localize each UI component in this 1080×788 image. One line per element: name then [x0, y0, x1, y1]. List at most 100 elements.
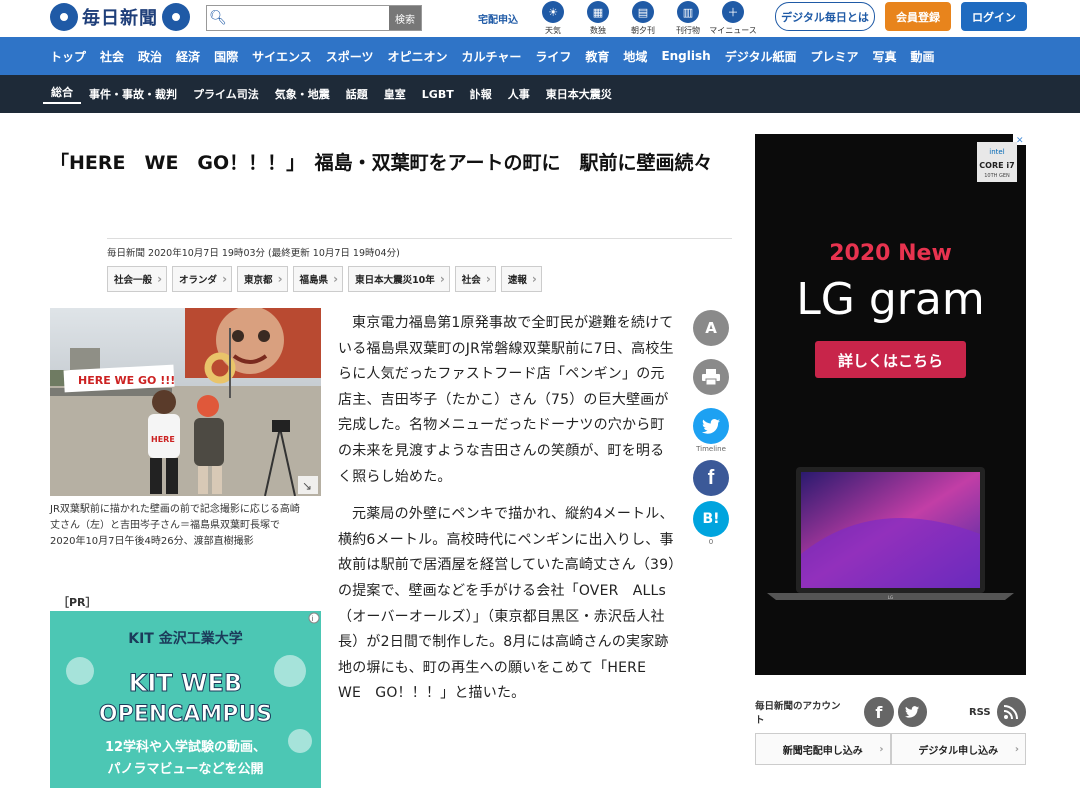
subnav-item-4[interactable]: 話題 [338, 86, 376, 102]
photo-illustration: HERE WE GO !!! HERE ↘ [50, 308, 321, 496]
article-tag[interactable]: 社会 [454, 266, 496, 292]
nav-item-6[interactable]: スポーツ [319, 48, 381, 65]
sidebar-advertisement[interactable]: ✕ intel CORE i7 10TH GEN 2020 New LG gra… [755, 134, 1026, 675]
accounts-label: 毎日新聞のアカウント [755, 701, 841, 726]
secondary-nav: 総合 事件・事故・裁判 プライム司法 気象・地震 話題 皇室 LGBT 訃報 人事 東日本大震災 [0, 75, 1080, 113]
lg-gram-ad-graphic: ✕ intel CORE i7 10TH GEN 2020 New LG gra… [755, 134, 1026, 675]
ad-line-2: LG gram [796, 274, 984, 325]
subnav-item-0[interactable]: 総合 [43, 84, 81, 104]
article-tag[interactable]: 速報 [500, 266, 542, 292]
digital-mainichi-button[interactable]: デジタル毎日とは [775, 2, 875, 31]
delivery-link[interactable]: 宅配申込 [478, 11, 518, 26]
article-paragraph: 元薬局の外壁にペンキで描かれ、縦約4メートル、横約6メートル。高校時代にペンギン… [338, 506, 676, 702]
subnav-item-8[interactable]: 人事 [500, 86, 538, 102]
subnav-item-5[interactable]: 皇室 [376, 86, 414, 102]
pr-sub-2: パノラマビューなどを公開 [107, 761, 263, 777]
subnav-item-9[interactable]: 東日本大震災 [538, 86, 620, 102]
intel-badge-main: CORE i7 [979, 161, 1014, 170]
logo-mark-icon [50, 3, 78, 31]
nav-item-13[interactable]: デジタル紙面 [718, 48, 804, 65]
subnav-item-2[interactable]: プライム司法 [185, 86, 267, 102]
laptop-brand: LG [888, 595, 893, 600]
nav-item-14[interactable]: プレミア [803, 48, 865, 65]
digital-subscribe-button[interactable]: デジタル申し込み [890, 733, 1026, 765]
pr-sub-1: 12学科や入学試験の動画、 [105, 739, 266, 755]
facebook-share-button[interactable]: f [693, 460, 729, 496]
login-button[interactable]: ログイン [961, 2, 1027, 31]
nav-item-8[interactable]: カルチャー [455, 48, 529, 65]
nav-item-16[interactable]: 動画 [903, 48, 941, 65]
svg-text:✕: ✕ [1016, 136, 1024, 146]
intel-badge-top: intel [989, 148, 1004, 156]
article-dateline: 毎日新聞 2020年10月7日 19時03分 (最終更新 10月7日 19時04… [107, 248, 400, 259]
twitter-share-button[interactable]: Timeline [693, 408, 729, 453]
nav-item-5[interactable]: サイエンス [245, 48, 319, 65]
font-size-icon: A [693, 310, 729, 346]
nav-item-0[interactable]: トップ [43, 48, 93, 65]
article-paragraph: 東京電力福島第1原発事故で全町民が避難を続けている福島県双葉町のJR常磐線双葉駅… [338, 315, 674, 485]
nav-item-11[interactable]: 地域 [616, 48, 654, 65]
nav-item-1[interactable]: 社会 [93, 48, 131, 65]
photo-shirt-text: HERE [151, 435, 175, 444]
weather-icon: ☀ [542, 1, 564, 23]
quick-link-mynews[interactable]: ＋ マイニュース [709, 1, 757, 36]
article-tag[interactable]: 東日本大震災10年 [348, 266, 450, 292]
subnav-item-6[interactable]: LGBT [414, 88, 462, 101]
article-tag[interactable]: オランダ [172, 266, 233, 292]
rss-label[interactable]: RSS [969, 707, 991, 718]
nav-item-10[interactable]: 教育 [578, 48, 616, 65]
site-logo[interactable]: 毎日新聞 [50, 3, 190, 31]
twitter-label: Timeline [696, 445, 726, 453]
article-photo[interactable]: HERE WE GO !!! HERE ↘ [50, 308, 321, 496]
quick-link-newspaper[interactable]: ▤ 朝夕刊 [626, 1, 660, 36]
photo-sign-text: HERE WE GO !!! [78, 374, 175, 387]
social-accounts: 毎日新聞のアカウント f RSS [755, 696, 1026, 728]
nav-item-4[interactable]: 国際 [207, 48, 245, 65]
hatena-count: 0 [708, 538, 714, 546]
quick-link-sudoku[interactable]: ▦ 数独 [581, 1, 615, 36]
newspaper-subscribe-button[interactable]: 新聞宅配申し込み [755, 733, 891, 765]
book-icon: ▥ [677, 1, 699, 23]
svg-text:↘: ↘ [302, 479, 312, 493]
font-size-button[interactable]: A [693, 310, 729, 346]
quick-link-weather[interactable]: ☀ 天気 [536, 1, 570, 36]
print-button[interactable] [693, 359, 729, 395]
pr-brand: KIT 金沢工業大学 [128, 630, 242, 647]
nav-item-3[interactable]: 経済 [169, 48, 207, 65]
twitter-account-icon[interactable] [897, 697, 927, 727]
search-button[interactable]: 検索 [389, 6, 421, 30]
article-tags: 社会一般オランダ東京都福島県東日本大震災10年社会速報 [107, 266, 542, 292]
intel-badge-sub: 10TH GEN [984, 173, 1010, 179]
rss-icon[interactable] [996, 697, 1026, 727]
pr-headline-2: OPENCAMPUS [99, 702, 272, 727]
top-header: 毎日新聞 🔍︎ 検索 宅配申込 ☀ 天気 ▦ 数独 ▤ 朝夕刊 ▥ 刊行物 ＋ … [0, 0, 1080, 37]
nav-item-12[interactable]: English [654, 49, 717, 63]
article-tag[interactable]: 東京都 [237, 266, 288, 292]
twitter-icon [693, 408, 729, 444]
nav-item-9[interactable]: ライフ [528, 48, 578, 65]
search-input[interactable] [229, 6, 389, 30]
article-title: 「HERE WE GO！！！」 福島・双葉町をアートの町に 駅前に壁画続々 [50, 152, 713, 174]
facebook-account-icon[interactable]: f [864, 697, 894, 727]
quick-link-publications[interactable]: ▥ 刊行物 [671, 1, 705, 36]
article-tag[interactable]: 福島県 [292, 266, 344, 292]
subnav-item-3[interactable]: 気象・地震 [267, 86, 338, 102]
facebook-icon: f [693, 460, 729, 496]
logo-mark-icon [162, 3, 190, 31]
article-tag[interactable]: 社会一般 [107, 266, 168, 292]
hatena-share-button[interactable]: B! 0 [693, 501, 729, 546]
subnav-item-7[interactable]: 訃報 [462, 86, 500, 102]
mynews-icon: ＋ [722, 1, 744, 23]
register-button[interactable]: 会員登録 [885, 2, 951, 31]
subnav-item-1[interactable]: 事件・事故・裁判 [81, 86, 185, 102]
ad-line-1: 2020 New [829, 241, 952, 266]
hatena-icon: B! [693, 501, 729, 537]
pr-ad-graphic: KIT 金沢工業大学 KIT WEB OPENCAMPUS 12学科や入学試験の… [50, 611, 321, 788]
nav-item-7[interactable]: オピニオン [380, 48, 454, 65]
search-box: 🔍︎ 検索 [206, 5, 422, 31]
nav-item-15[interactable]: 写真 [865, 48, 903, 65]
article-body: 東京電力福島第1原発事故で全町民が避難を続けている福島県双葉町のJR常磐線双葉駅… [338, 311, 678, 719]
pr-advertisement[interactable]: KIT 金沢工業大学 KIT WEB OPENCAMPUS 12学科や入学試験の… [50, 611, 321, 788]
pr-headline-1: KIT WEB [129, 669, 242, 697]
nav-item-2[interactable]: 政治 [131, 48, 169, 65]
